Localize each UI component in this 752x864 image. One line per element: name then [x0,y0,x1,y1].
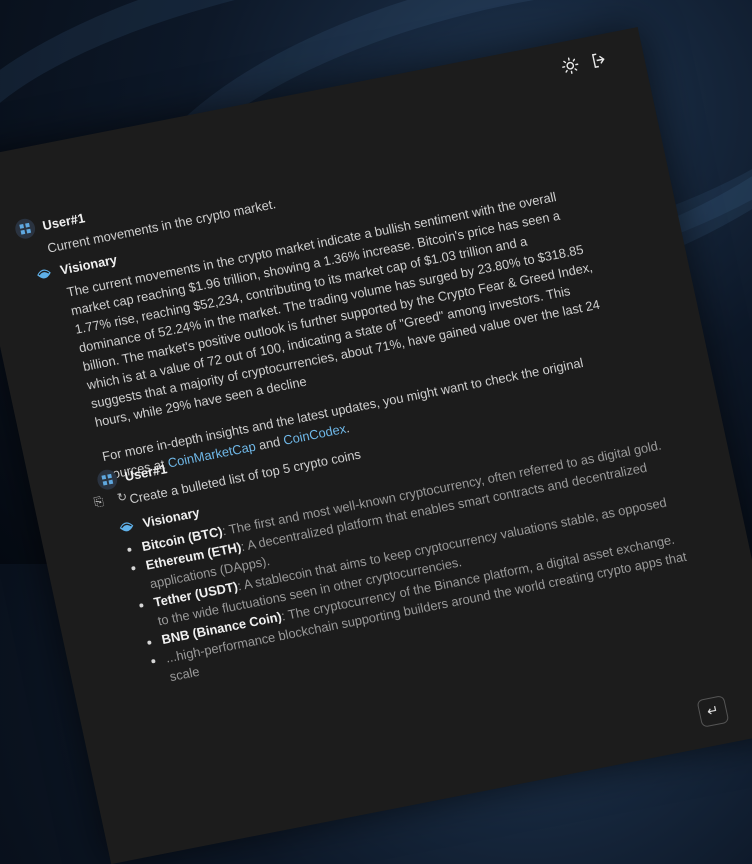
user-avatar [13,217,37,240]
sun-icon[interactable] [560,55,581,76]
visionary-avatar [33,263,54,284]
visionary-avatar [116,516,137,537]
enter-icon[interactable]: ↵ [696,695,729,728]
user-avatar [96,468,120,491]
chat-panel: User#1 Current movements in the crypto m… [0,27,752,864]
logout-icon[interactable] [589,49,610,70]
message-author: User#1 [41,208,87,235]
